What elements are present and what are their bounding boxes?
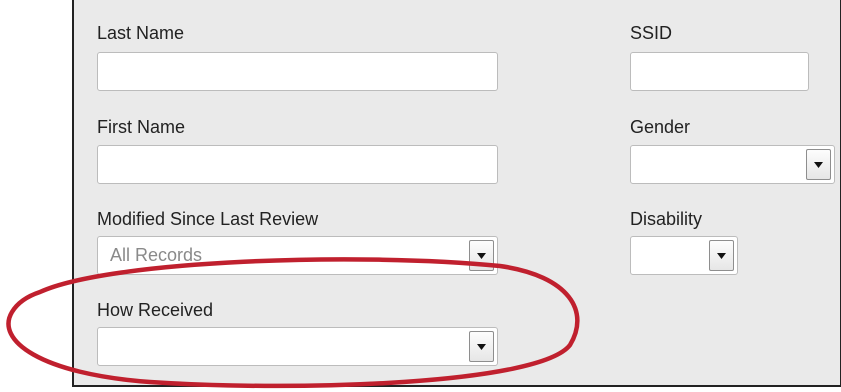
gender-select[interactable]: [630, 145, 835, 184]
modified-since-last-review-selected-value: All Records: [110, 245, 203, 265]
last-name-input[interactable]: [97, 52, 498, 91]
chevron-down-icon: [814, 162, 823, 168]
ssid-input[interactable]: [630, 52, 809, 91]
disability-select[interactable]: [630, 236, 738, 275]
chevron-down-icon: [717, 253, 726, 259]
modified-since-last-review-select[interactable]: All Records: [97, 236, 498, 275]
disability-label: Disability: [630, 209, 703, 229]
gender-label: Gender: [630, 117, 691, 137]
chevron-down-icon: [477, 344, 486, 350]
search-form-screenshot: Last Name SSID First Name Gender Modifie…: [0, 0, 841, 392]
last-name-label: Last Name: [97, 23, 185, 43]
how-received-dropdown-button[interactable]: [469, 331, 494, 362]
how-received-label: How Received: [97, 300, 214, 320]
gender-dropdown-button[interactable]: [806, 149, 831, 180]
disability-dropdown-button[interactable]: [709, 240, 734, 271]
first-name-input[interactable]: [97, 145, 498, 184]
chevron-down-icon: [477, 253, 486, 259]
ssid-label: SSID: [630, 23, 673, 43]
first-name-label: First Name: [97, 117, 186, 137]
modified-since-last-review-dropdown-button[interactable]: [469, 240, 494, 271]
modified-since-last-review-label: Modified Since Last Review: [97, 209, 319, 229]
how-received-select[interactable]: [97, 327, 498, 366]
